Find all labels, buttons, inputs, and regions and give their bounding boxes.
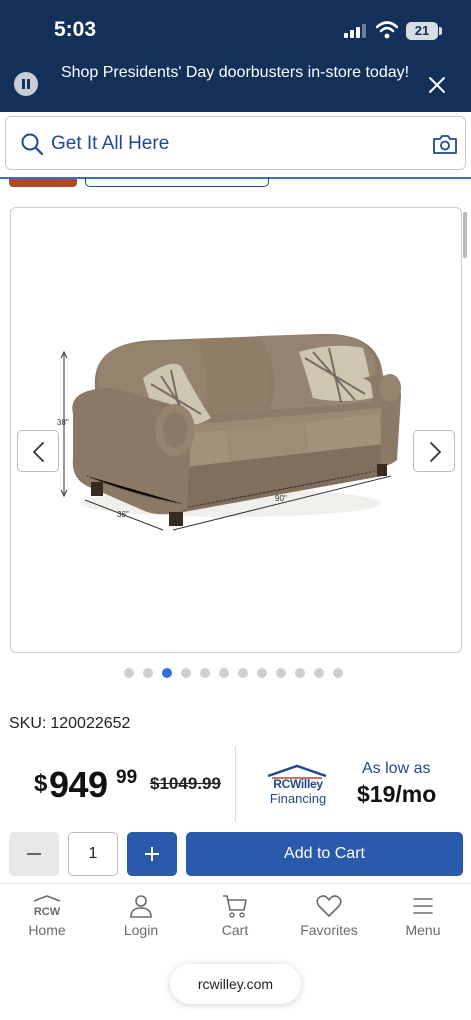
promo-text[interactable]: Shop Presidents' Day doorbusters in-stor… — [60, 60, 410, 85]
financing-monthly: $19/mo — [357, 781, 437, 807]
chevron-right-icon — [430, 442, 441, 462]
partial-button-outline[interactable] — [85, 177, 269, 187]
carousel-next-button[interactable] — [413, 430, 455, 472]
financing-brand[interactable]: RCWilley — [264, 777, 332, 791]
price-divider — [235, 746, 236, 822]
carousel-dot[interactable] — [333, 668, 343, 678]
price-dollars: 949 — [49, 764, 108, 805]
quantity-increase-button[interactable] — [127, 832, 177, 876]
carousel-dot[interactable] — [257, 668, 267, 678]
user-icon — [130, 895, 152, 918]
product-page: 5:03 21 Shop Presidents' Day doorbusters… — [0, 0, 471, 1020]
product-image — [60, 333, 401, 531]
sku-value: 120022652 — [50, 715, 131, 732]
status-bar: 5:03 21 — [0, 0, 471, 56]
quantity-decrease-button[interactable] — [9, 832, 59, 876]
page-scrollbar[interactable] — [463, 212, 467, 258]
chevron-left-icon — [33, 442, 44, 462]
tab-login[interactable]: Login — [94, 894, 188, 938]
sku: SKU: 120022652 — [9, 715, 130, 733]
quantity-input[interactable]: 1 — [68, 832, 118, 876]
tab-menu-label: Menu — [405, 922, 441, 938]
search-bar: Get It All Here — [0, 112, 471, 180]
tab-cart[interactable]: Cart — [188, 894, 282, 938]
search-input[interactable]: Get It All Here — [5, 116, 466, 170]
close-icon[interactable] — [425, 73, 449, 97]
tab-favorites-label: Favorites — [300, 922, 358, 938]
financing-label[interactable]: Financing — [264, 791, 332, 806]
price-was: $1049.99 — [150, 774, 221, 793]
carousel-dot[interactable] — [143, 668, 153, 678]
heart-icon — [316, 895, 342, 917]
battery-tip — [439, 27, 442, 35]
carousel-dot[interactable] — [162, 668, 172, 678]
carousel-dot[interactable] — [200, 668, 210, 678]
carousel-dot[interactable] — [181, 668, 191, 678]
minus-icon — [27, 853, 41, 855]
partial-button-red[interactable] — [9, 179, 77, 187]
bottom-tab-bar: RCW Home Login Cart Favorites Menu — [0, 883, 471, 955]
battery-icon: 21 — [406, 22, 438, 40]
wifi-icon — [376, 21, 398, 39]
tab-cart-label: Cart — [221, 922, 249, 938]
add-to-cart-button[interactable]: Add to Cart — [186, 832, 463, 876]
status-time: 5:03 — [54, 18, 97, 41]
carousel-dot[interactable] — [219, 668, 229, 678]
carousel-prev-button[interactable] — [17, 430, 59, 472]
signal-icon — [344, 24, 366, 38]
rcw-home-icon: RCW — [33, 895, 61, 918]
tab-login-label: Login — [123, 922, 159, 938]
carousel-dots — [124, 668, 343, 678]
financing-as-low-as: As low as — [362, 760, 431, 777]
price-cents: 99 — [116, 767, 138, 788]
tab-favorites[interactable]: Favorites — [282, 894, 376, 938]
carousel-dot[interactable] — [124, 668, 134, 678]
tab-menu[interactable]: Menu — [376, 894, 470, 938]
camera-icon[interactable] — [432, 133, 458, 155]
carousel-dot[interactable] — [314, 668, 324, 678]
dimension-width: 90" — [275, 494, 287, 503]
search-icon — [21, 133, 44, 156]
menu-icon — [413, 898, 433, 914]
search-placeholder: Get It All Here — [51, 133, 170, 154]
carousel-dot[interactable] — [295, 668, 305, 678]
product-image-panel[interactable]: 38" 36" 90" — [10, 207, 462, 653]
dimension-height: 38" — [57, 418, 69, 427]
carousel-dot[interactable] — [238, 668, 248, 678]
tab-home-label: Home — [28, 922, 66, 938]
dimension-depth: 36" — [117, 510, 129, 519]
carousel-dot[interactable] — [276, 668, 286, 678]
svg-text:RCW: RCW — [34, 906, 61, 918]
sku-label: SKU: — [9, 715, 47, 732]
promo-banner[interactable]: Shop Presidents' Day doorbusters in-stor… — [0, 56, 471, 112]
pause-icon[interactable] — [14, 72, 38, 96]
price-currency: $ — [34, 770, 48, 797]
tab-home[interactable]: RCW Home — [0, 894, 94, 938]
cart-icon — [223, 895, 247, 918]
browser-url-bar[interactable]: rcwilley.com — [170, 964, 301, 1004]
